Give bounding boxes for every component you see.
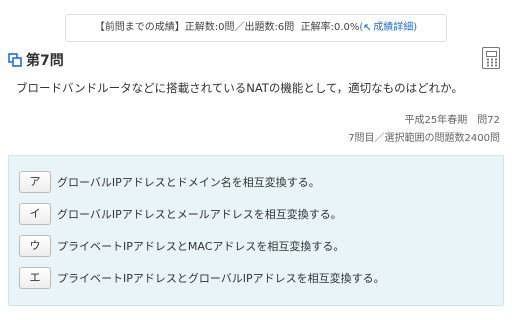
question-source: 平成25年春期 問72 7問目／選択範囲の問題数2400問	[348, 112, 500, 148]
choice-a-button[interactable]: ア	[19, 171, 51, 193]
choice-u-button[interactable]: ウ	[19, 235, 51, 257]
choice-e: エ プライベートIPアドレスとグローバルIPアドレスを相互変換する。	[19, 267, 385, 289]
question-text: ブロードバンドルータなどに搭載されているNATの機能として，適切なものはどれか。	[16, 81, 463, 95]
correct-count: 正解数:0問	[184, 22, 235, 33]
external-link-icon	[364, 24, 371, 31]
total-count: 出題数:6問	[244, 22, 295, 33]
exam-question-number: 問72	[477, 115, 500, 126]
choice-u: ウ プライベートIPアドレスとMACアドレスを相互変換する。	[19, 235, 344, 257]
question-progress: 7問目／選択範囲の問題数2400問	[348, 133, 500, 144]
score-label: 【前問までの成績】	[94, 22, 185, 33]
choice-i: イ グローバルIPアドレスとメールアドレスを相互変換する。	[19, 203, 342, 225]
choice-a-text: グローバルIPアドレスとドメイン名を相互変換する。	[57, 176, 320, 189]
choice-i-button[interactable]: イ	[19, 203, 51, 225]
calculator-icon[interactable]	[482, 47, 500, 69]
choice-e-button[interactable]: エ	[19, 267, 51, 289]
copy-squares-icon	[8, 53, 22, 67]
question-header: 第7問	[8, 47, 504, 72]
choice-a: ア グローバルIPアドレスとドメイン名を相互変換する。	[19, 171, 320, 193]
exam-session: 平成25年春期	[404, 115, 468, 126]
question-number: 第7問	[26, 53, 64, 69]
choice-u-text: プライベートIPアドレスとMACアドレスを相互変換する。	[57, 240, 345, 253]
answer-choices: ア グローバルIPアドレスとドメイン名を相互変換する。 イ グローバルIPアドレ…	[8, 155, 504, 306]
choice-e-text: プライベートIPアドレスとグローバルIPアドレスを相互変換する。	[57, 272, 385, 285]
correct-rate: 正解率:0.0%	[300, 22, 360, 33]
choice-i-text: グローバルIPアドレスとメールアドレスを相互変換する。	[57, 208, 342, 221]
score-summary: 【前問までの成績】正解数:0問／出題数:6問 正解率:0.0%(成績詳細)	[65, 14, 447, 42]
score-detail-link[interactable]: (成績詳細)	[359, 22, 417, 33]
